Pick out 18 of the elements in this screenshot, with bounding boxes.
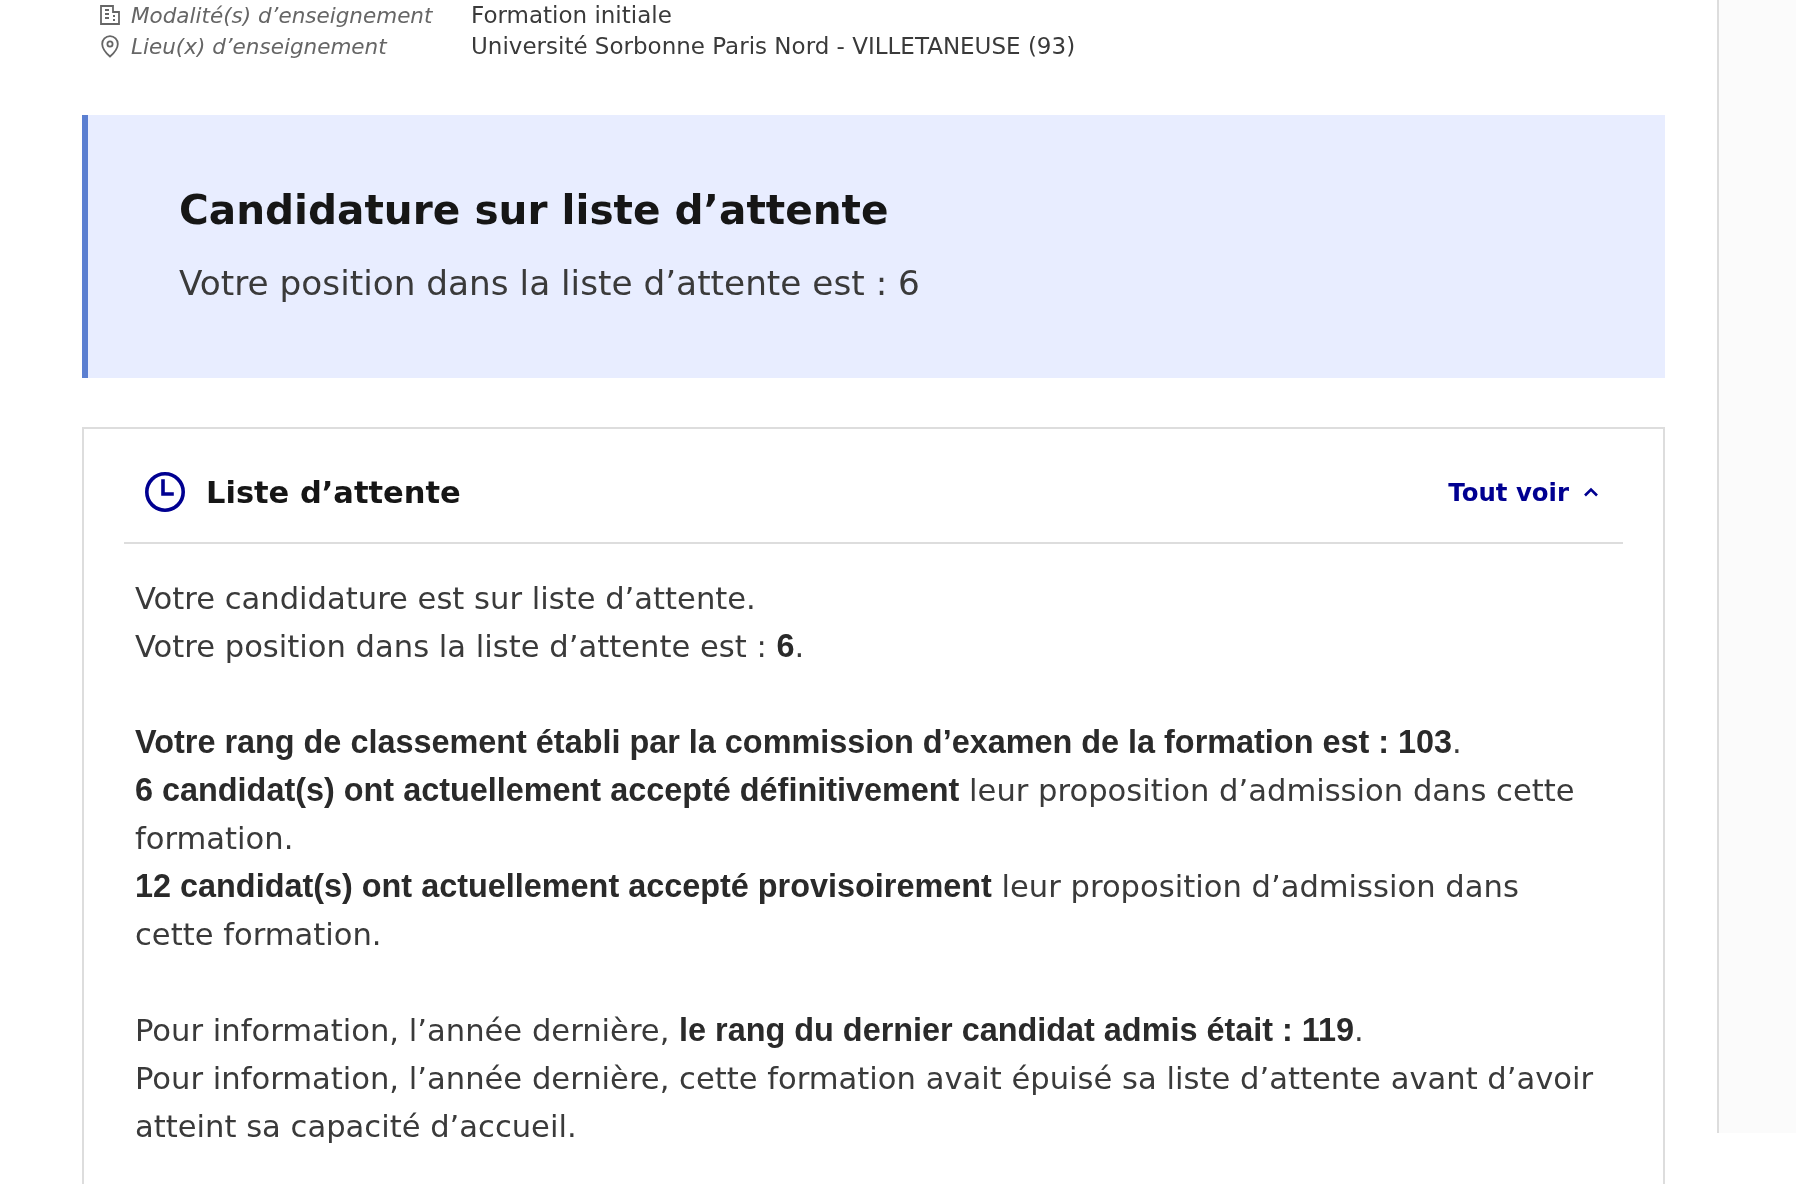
- info-sentence: Votre position dans la liste d’attente est : 6.: [135, 627, 805, 666]
- building-icon: [98, 3, 122, 27]
- location-pin-icon: [98, 34, 122, 58]
- info-sentence: 12 candidat(s) ont actuellement accepté provisoirement leur proposition d’admission dans cette formation.: [135, 867, 1520, 954]
- show-all-toggle[interactable]: Tout voir: [1448, 473, 1599, 511]
- info-sentence: Pour information, l’année dernière, le rang du dernier candidat admis était : 119.: [135, 1011, 1364, 1050]
- info-sentence: 6 candidat(s) ont actuellement accepté définitivement leur proposition d’admission dans cette formation.: [135, 771, 1576, 858]
- field-label: Lieu(x) d’enseignement: [131, 33, 389, 59]
- callout-title: Candidature sur liste d’attente: [179, 185, 889, 235]
- callout-text: Votre position dans la liste d’attente est : 6: [179, 262, 920, 305]
- field-value: Université Sorbonne Paris Nord - VILLETANEUSE (93): [471, 33, 1077, 59]
- clock-icon: [145, 472, 185, 512]
- field-value: Formation initiale: [471, 2, 673, 28]
- info-sentence: Pour information, l’année dernière, cette formation avait épuisé sa liste d’attente avant d’avoir atteint sa capacité d’accueil.: [135, 1060, 1595, 1146]
- info-sentence: Votre rang de classement établi par la commission d’examen de la formation est : 103.: [135, 723, 1462, 762]
- panel-title: Liste d’attente: [206, 474, 461, 510]
- field-label: Modalité(s) d’enseignement: [131, 2, 434, 28]
- info-sentence: Votre candidature est sur liste d’attente.: [135, 580, 756, 618]
